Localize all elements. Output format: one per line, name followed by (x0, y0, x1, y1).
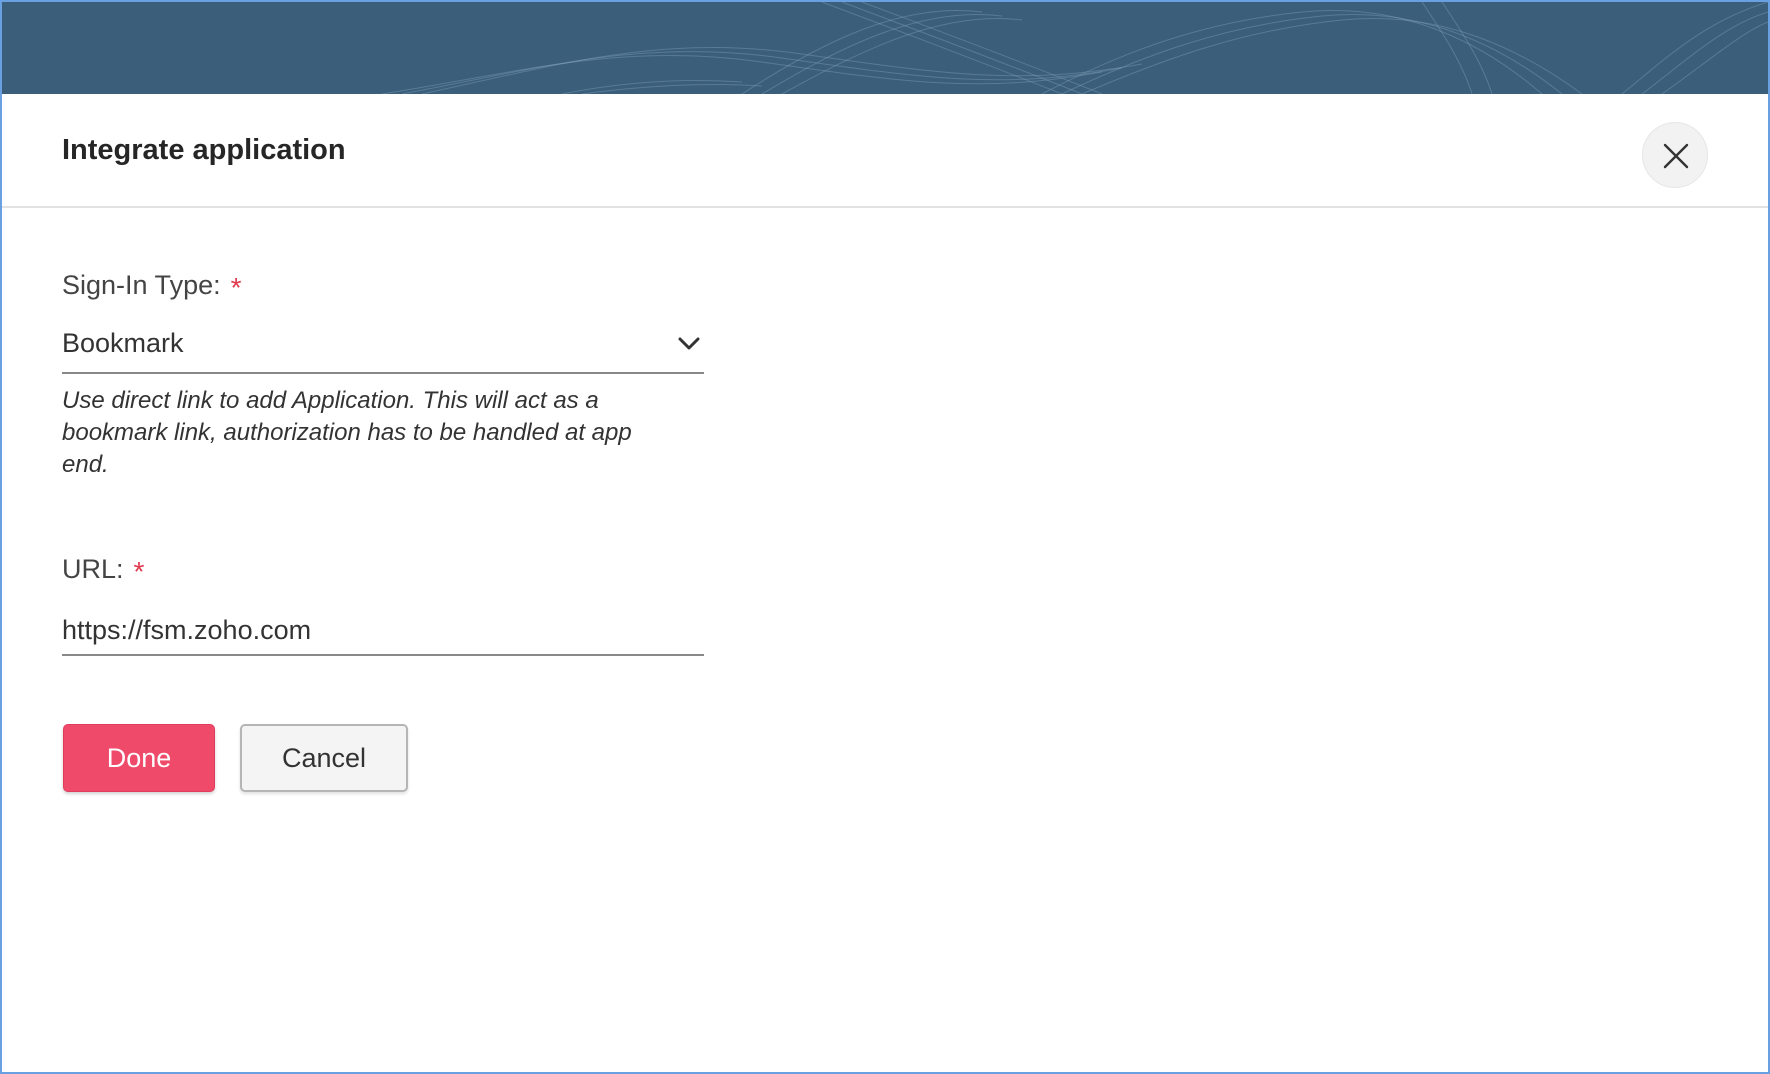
required-asterisk: * (133, 556, 145, 587)
sign-in-type-help-text: Use direct link to add Application. This… (62, 387, 632, 478)
done-button[interactable]: Done (63, 724, 215, 792)
dialog-title: Integrate application (62, 134, 346, 166)
close-button[interactable] (1642, 122, 1708, 188)
dialog-header: Integrate application (2, 94, 1768, 208)
required-asterisk: * (230, 272, 242, 303)
integrate-application-dialog: Integrate application Sign-In Type: * Boo… (0, 0, 1770, 1074)
banner-wave-pattern (381, 2, 1768, 94)
url-label: URL: * (62, 554, 144, 588)
chevron-down-icon (678, 337, 700, 350)
url-label-text: URL: (62, 554, 124, 584)
sign-in-type-label-text: Sign-In Type: (62, 270, 221, 300)
sign-in-type-label: Sign-In Type: * (62, 270, 242, 304)
sign-in-type-select[interactable]: Bookmark (62, 322, 704, 374)
close-icon (1663, 143, 1689, 169)
sign-in-type-selected-value: Bookmark (62, 328, 184, 358)
header-banner (2, 2, 1768, 94)
cancel-button[interactable]: Cancel (240, 724, 408, 792)
url-input[interactable] (62, 606, 704, 656)
